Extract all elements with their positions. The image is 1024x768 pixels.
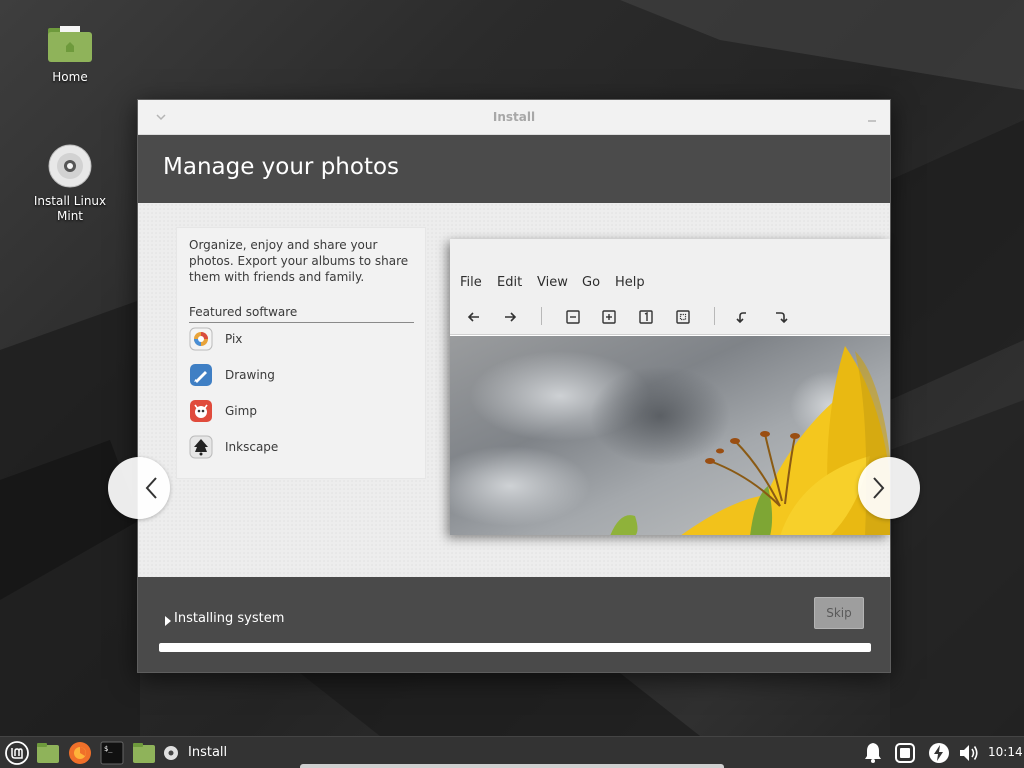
arrow-left-icon <box>467 312 479 322</box>
desktop-icon-install-linux-mint[interactable]: Install Linux Mint <box>25 144 115 224</box>
zoom-out-icon <box>566 310 580 324</box>
slide-header: Manage your photos <box>138 136 890 203</box>
desktop-icon-label: Install Linux Mint <box>33 194 107 223</box>
inkscape-icon <box>189 435 213 459</box>
volume-icon[interactable] <box>957 740 981 766</box>
app-screenshot-preview: File Edit View Go Help <box>450 239 890 535</box>
taskbar-window-install[interactable]: Install <box>188 745 227 760</box>
disc-icon <box>48 144 92 188</box>
install-footer: Installing system Skip <box>138 577 890 672</box>
mint-menu-icon[interactable] <box>4 740 30 766</box>
install-progress-bar <box>159 643 871 652</box>
firefox-icon[interactable] <box>68 740 92 766</box>
gimp-icon <box>190 400 212 422</box>
zoom-original-icon <box>639 310 653 324</box>
install-status-text[interactable]: Installing system <box>174 611 284 626</box>
zoom-fit-icon <box>676 310 690 324</box>
pix-icon <box>189 327 213 351</box>
rotate-right-icon <box>776 312 788 324</box>
rotate-left-icon <box>736 312 746 324</box>
slide-content: Organize, enjoy and share your photos. E… <box>108 203 920 577</box>
terminal-icon[interactable]: $_ <box>100 740 124 766</box>
notifications-icon[interactable] <box>862 740 884 766</box>
power-icon[interactable] <box>927 740 951 766</box>
expander-triangle-icon[interactable] <box>164 616 172 626</box>
chevron-right-icon <box>873 477 885 499</box>
zoom-in-icon <box>602 310 616 324</box>
info-card: Organize, enjoy and share your photos. E… <box>176 227 426 479</box>
window-titlebar[interactable]: Install <box>138 100 890 135</box>
sample-flower-photo <box>450 336 890 535</box>
chevron-left-icon <box>145 477 157 499</box>
svg-text:$_: $_ <box>104 745 113 753</box>
app-label: Inkscape <box>225 440 279 454</box>
slide-title: Manage your photos <box>163 154 400 180</box>
clock[interactable]: 10:14 <box>988 745 1023 759</box>
window-title: Install <box>492 110 536 124</box>
toolbar-separator <box>714 307 715 325</box>
install-progress-fill <box>159 643 871 652</box>
arrow-right-icon <box>505 312 517 322</box>
next-slide-button[interactable] <box>858 457 920 519</box>
toolbar-separator <box>541 307 542 325</box>
preview-menu-file: File <box>460 275 482 290</box>
desktop-icon-home[interactable]: Home <box>25 24 115 85</box>
featured-app-pix: Pix <box>189 327 242 351</box>
preview-menu-edit: Edit <box>497 275 523 290</box>
app-label: Pix <box>225 332 243 346</box>
slide-description: Organize, enjoy and share your photos. E… <box>189 238 409 284</box>
previous-slide-button[interactable] <box>108 457 170 519</box>
featured-app-inkscape: Inkscape <box>189 435 278 459</box>
files-icon[interactable] <box>36 740 60 766</box>
preview-menu-go: Go <box>582 275 601 290</box>
folder-home-icon <box>48 26 92 62</box>
folder-icon[interactable] <box>132 740 156 766</box>
featured-software-heading: Featured software <box>189 305 414 323</box>
update-manager-icon[interactable] <box>894 740 916 766</box>
panel-edge-handle <box>300 764 724 768</box>
preview-menu-help: Help <box>615 275 645 290</box>
skip-button[interactable]: Skip <box>814 597 864 629</box>
desktop-icon-label: Home <box>52 70 88 84</box>
preview-menu-view: View <box>537 275 568 290</box>
preview-menubar: File Edit View Go Help <box>450 239 890 335</box>
featured-app-drawing: Drawing <box>189 363 275 387</box>
minimize-icon[interactable] <box>864 109 880 125</box>
install-disc-icon[interactable] <box>162 740 180 766</box>
app-label: Drawing <box>225 368 275 382</box>
featured-app-gimp: Gimp <box>189 399 257 423</box>
installer-window: Install Manage your photos Organize, enj… <box>108 99 920 673</box>
app-label: Gimp <box>225 404 257 418</box>
drawing-icon <box>190 364 212 386</box>
